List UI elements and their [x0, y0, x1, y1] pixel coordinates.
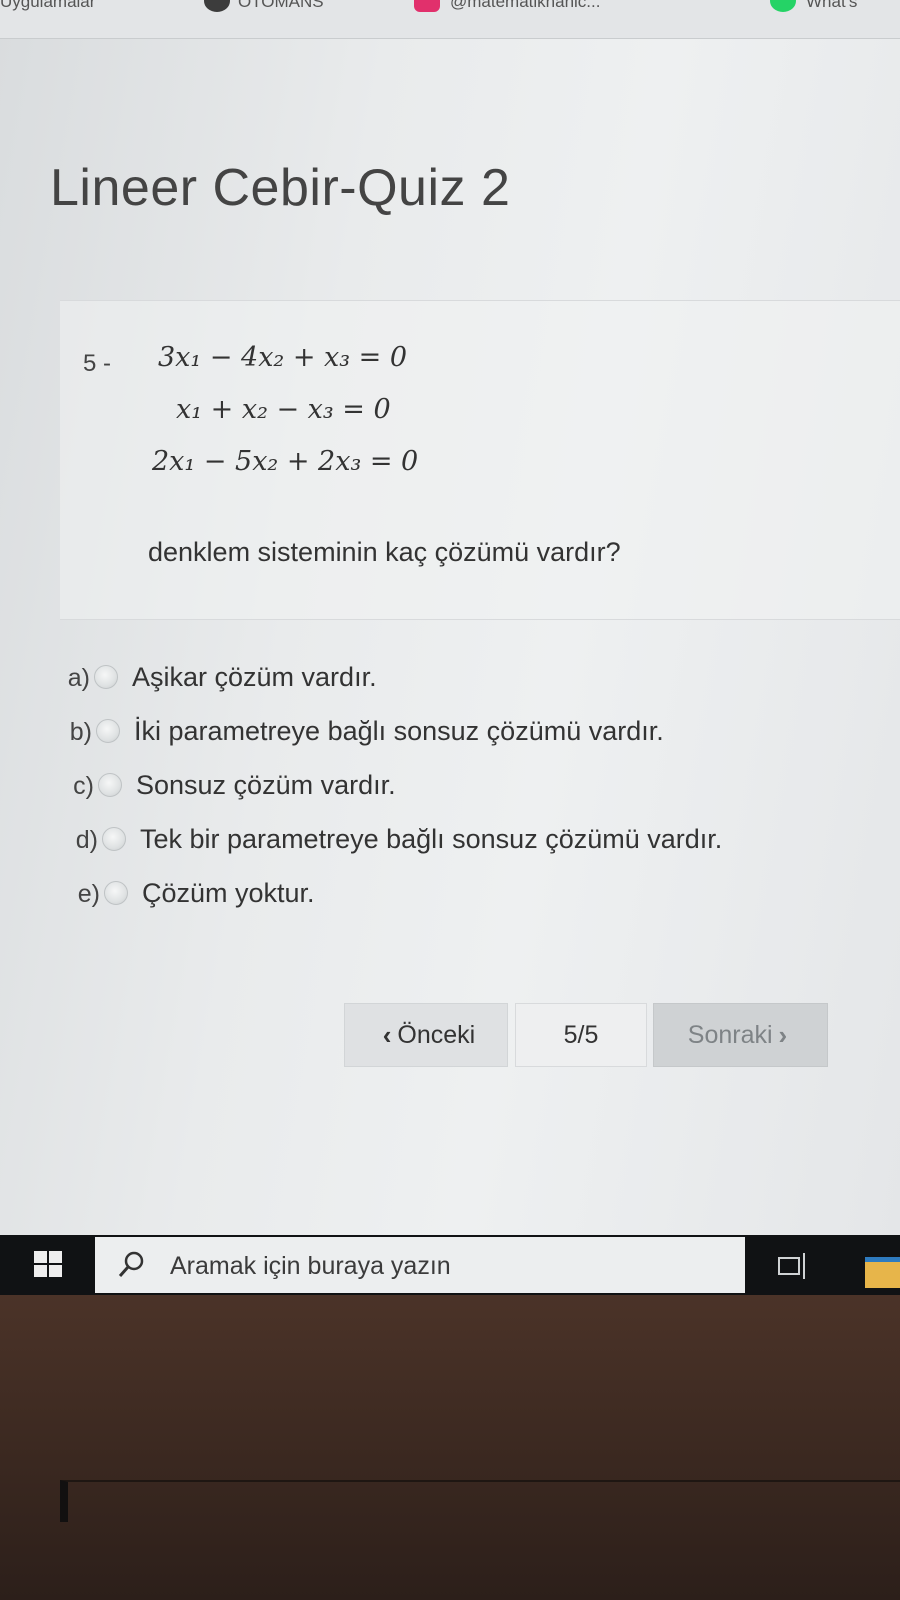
taskbar-search-box[interactable]: Aramak için buraya yazın — [95, 1237, 745, 1293]
bookmarks-bar: Uygulamalar OTOMANS @matematikhanic... W… — [0, 0, 900, 39]
chevron-left-icon: ‹ — [382, 1019, 392, 1050]
whatsapp-icon — [770, 0, 796, 12]
page-title: Lineer Cebir-Quiz 2 — [50, 159, 511, 217]
radio-button[interactable] — [104, 881, 128, 905]
bookmark-apps[interactable]: Uygulamalar — [0, 0, 95, 12]
question-prompt: denklem sisteminin kaç çözümü vardır? — [148, 537, 621, 567]
taskbar: Aramak için buraya yazın — [0, 1235, 900, 1295]
option-letter: d) — [75, 826, 98, 854]
bezel-edge — [60, 1480, 900, 1522]
next-label: Sonraki — [687, 1020, 773, 1049]
question-number: 5 - — [83, 350, 112, 377]
radio-button[interactable] — [94, 665, 118, 689]
screen: Uygulamalar OTOMANS @matematikhanic... W… — [0, 0, 900, 1300]
bookmark-whatsapp[interactable]: What's — [806, 0, 857, 12]
search-placeholder: Aramak için buraya yazın — [170, 1252, 451, 1280]
instagram-icon — [414, 0, 440, 12]
otomans-icon — [204, 0, 230, 12]
next-button[interactable]: Sonraki › — [653, 1003, 828, 1067]
equation-2: x₁ + x₂ − x₃ = 0 — [176, 394, 391, 425]
windows-start-icon[interactable] — [34, 1251, 64, 1279]
option-text[interactable]: Çözüm yoktur. — [142, 878, 315, 909]
option-text[interactable]: Aşikar çözüm vardır. — [132, 662, 377, 693]
radio-button[interactable] — [98, 773, 122, 797]
radio-button[interactable] — [96, 719, 120, 743]
search-icon — [118, 1251, 144, 1277]
monitor-bezel — [0, 1295, 900, 1600]
file-explorer-icon[interactable] — [865, 1257, 900, 1288]
option-letter: e) — [77, 880, 100, 908]
bookmark-otomans[interactable]: OTOMANS — [238, 0, 324, 12]
radio-button[interactable] — [102, 827, 126, 851]
chevron-right-icon: › — [778, 1019, 788, 1050]
option-letter: a) — [67, 664, 90, 692]
option-letter: c) — [73, 772, 94, 800]
task-view-icon[interactable] — [778, 1253, 808, 1279]
option-text[interactable]: Tek bir parametreye bağlı sonsuz çözümü … — [140, 824, 722, 855]
option-text[interactable]: İki parametreye bağlı sonsuz çözümü vard… — [134, 716, 664, 747]
page-indicator: 5/5 — [515, 1003, 647, 1067]
previous-button[interactable]: ‹ Önceki — [344, 1003, 508, 1067]
equation-1: 3x₁ − 4x₂ + x₃ = 0 — [158, 342, 408, 373]
option-text[interactable]: Sonsuz çözüm vardır. — [136, 770, 396, 801]
option-letter: b) — [69, 718, 92, 746]
bookmark-matematikhane[interactable]: @matematikhanic... — [450, 0, 600, 12]
previous-label: Önceki — [397, 1020, 476, 1049]
equation-3: 2x₁ − 5x₂ + 2x₃ = 0 — [152, 446, 419, 477]
